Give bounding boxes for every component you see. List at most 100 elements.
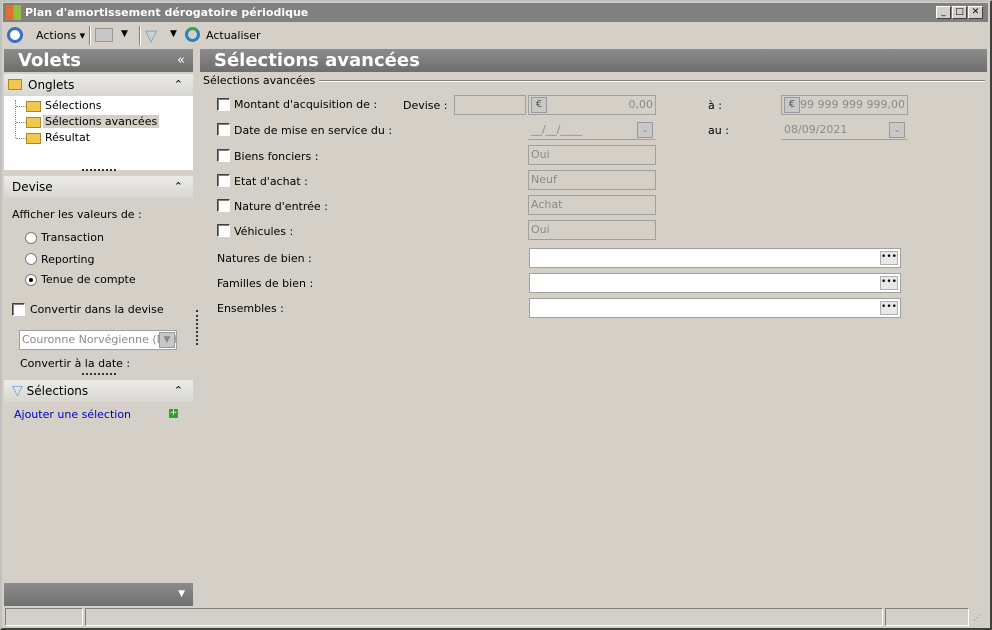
browse-button[interactable]: ••• (880, 251, 898, 265)
volets-header: Volets « (4, 49, 193, 72)
splitter-handle[interactable] (82, 169, 116, 171)
collapse-icon[interactable]: ⌃ (174, 176, 183, 198)
tree-item-selections-avancees[interactable]: Sélections avancées (16, 114, 160, 129)
date-checkbox[interactable] (217, 123, 230, 136)
etat-achat-checkbox[interactable] (217, 174, 230, 187)
natures-bien-field[interactable]: ••• (529, 248, 901, 268)
separator (139, 26, 141, 45)
nature-entree-field[interactable]: Achat (528, 195, 656, 215)
devise-title: Devise (12, 180, 53, 194)
refresh-button[interactable]: Actualiser (206, 29, 261, 42)
minimize-button[interactable]: _ (936, 6, 951, 19)
date-label: Date de mise en service du : (234, 124, 393, 137)
convert-checkbox[interactable] (12, 303, 25, 316)
familles-bien-label: Familles de bien : (217, 277, 314, 290)
open-folder-icon (26, 116, 41, 128)
devise-field[interactable] (454, 95, 526, 115)
filter-dropdown-icon[interactable]: ▼ (170, 29, 177, 39)
group-title: Sélections avancées (203, 74, 320, 87)
montant-to-field[interactable]: €999 999 999 999,00 (781, 95, 908, 115)
collapse-icon[interactable]: ⌃ (174, 380, 183, 402)
filter-icon[interactable]: ▽ (145, 26, 157, 45)
ensembles-label: Ensembles : (217, 302, 284, 315)
convert-date-label: Convertir à la date : (20, 357, 131, 370)
splitter-handle[interactable] (196, 310, 198, 345)
filter-icon: ▽ (12, 383, 23, 399)
radio-label: Tenue de compte (41, 273, 136, 286)
biens-fonciers-checkbox[interactable] (217, 149, 230, 162)
date-to-picker[interactable]: 08/09/2021 ⌄ (781, 120, 908, 140)
splitter-handle[interactable] (82, 373, 116, 375)
tree-item-selections[interactable]: Sélections (16, 98, 101, 113)
radio-reporting[interactable] (25, 253, 37, 265)
app-icon (6, 5, 21, 20)
tree-item-resultat[interactable]: Résultat (16, 130, 90, 145)
row-label: Biens fonciers : (234, 150, 319, 163)
convert-label: Convertir dans la devise (30, 303, 164, 316)
ensembles-field[interactable]: ••• (529, 298, 901, 318)
montant-checkbox[interactable] (217, 98, 230, 111)
chevron-down-icon[interactable]: ⌄ (889, 122, 905, 138)
status-bar: ⋰ (3, 607, 988, 627)
etat-achat-field[interactable]: Neuf (528, 170, 656, 190)
print-dropdown-icon[interactable]: ▼ (121, 29, 128, 39)
familles-bien-field[interactable]: ••• (529, 273, 901, 293)
euro-icon[interactable]: € (784, 97, 800, 113)
currency-value: Couronne Norvégienne (NOK (22, 333, 177, 346)
vehicules-field[interactable]: Oui (528, 220, 656, 240)
au-label: au : (708, 124, 729, 137)
euro-icon[interactable]: € (531, 97, 547, 113)
browse-button[interactable]: ••• (880, 301, 898, 315)
resize-grip-icon[interactable]: ⋰ (973, 613, 981, 622)
add-icon[interactable]: + (169, 409, 178, 418)
maximize-button[interactable]: □ (952, 6, 967, 19)
biens-fonciers-field[interactable]: Oui (528, 145, 656, 165)
selections-header[interactable]: ▽ Sélections ⌃ (4, 380, 193, 402)
refresh-icon[interactable] (185, 27, 200, 42)
collapse-panel-icon[interactable]: « (177, 49, 185, 72)
to-label: à : (708, 99, 722, 112)
chevron-down-icon[interactable]: ▼ (159, 332, 175, 348)
folder-icon (26, 132, 41, 144)
radio-tenue-de-compte[interactable] (25, 274, 37, 286)
actions-label: Actions (36, 29, 77, 42)
actions-menu[interactable]: Actions ▾ (36, 29, 85, 42)
row-label: Véhicules : (234, 225, 294, 238)
devise-header[interactable]: Devise ⌃ (4, 176, 193, 198)
nav-icon[interactable] (7, 27, 23, 43)
onglets-header[interactable]: Onglets ⌃ (4, 74, 193, 96)
status-pane (85, 608, 883, 626)
row-label: Nature d'entrée : (234, 200, 328, 213)
natures-bien-label: Natures de bien : (217, 252, 312, 265)
montant-from-field[interactable]: €0,00 (528, 95, 656, 115)
print-icon[interactable] (95, 28, 113, 42)
browse-button[interactable]: ••• (880, 276, 898, 290)
panel-footer[interactable]: ▼ (4, 583, 193, 606)
nature-entree-checkbox[interactable] (217, 199, 230, 212)
radio-transaction[interactable] (25, 232, 37, 244)
close-button[interactable]: ✕ (968, 6, 983, 19)
add-selection-link[interactable]: Ajouter une sélection (14, 408, 131, 421)
collapse-icon[interactable]: ⌃ (174, 74, 183, 96)
selections-title: Sélections (26, 384, 89, 398)
show-values-label: Afficher les valeurs de : (12, 208, 142, 221)
page-title: Sélections avancées (214, 50, 420, 71)
montant-label: Montant d'acquisition de : (234, 98, 378, 111)
currency-select[interactable]: Couronne Norvégienne (NOK ▼ (19, 330, 177, 350)
tree-item-label: Sélections (45, 99, 102, 112)
chevron-down-icon[interactable]: ⌄ (637, 122, 653, 138)
date-from-picker[interactable]: __/__/____ ⌄ (528, 120, 656, 140)
status-pane (885, 608, 969, 626)
folder-icon (26, 100, 41, 112)
window-title: Plan d'amortissement dérogatoire périodi… (25, 6, 309, 19)
tree-item-label: Sélections avancées (43, 115, 160, 128)
vehicules-checkbox[interactable] (217, 224, 230, 237)
onglets-title: Onglets (28, 78, 75, 92)
tree-item-label: Résultat (45, 131, 91, 144)
toolbar: Actions ▾ ▼ ▽ ▼ Actualiser (3, 24, 988, 47)
page-header: Sélections avancées (200, 49, 987, 72)
devise-label: Devise : (403, 99, 448, 112)
folder-icon (8, 79, 22, 90)
onglets-tree: Sélections Sélections avancées Résultat (4, 96, 193, 170)
radio-label: Transaction (41, 231, 104, 244)
